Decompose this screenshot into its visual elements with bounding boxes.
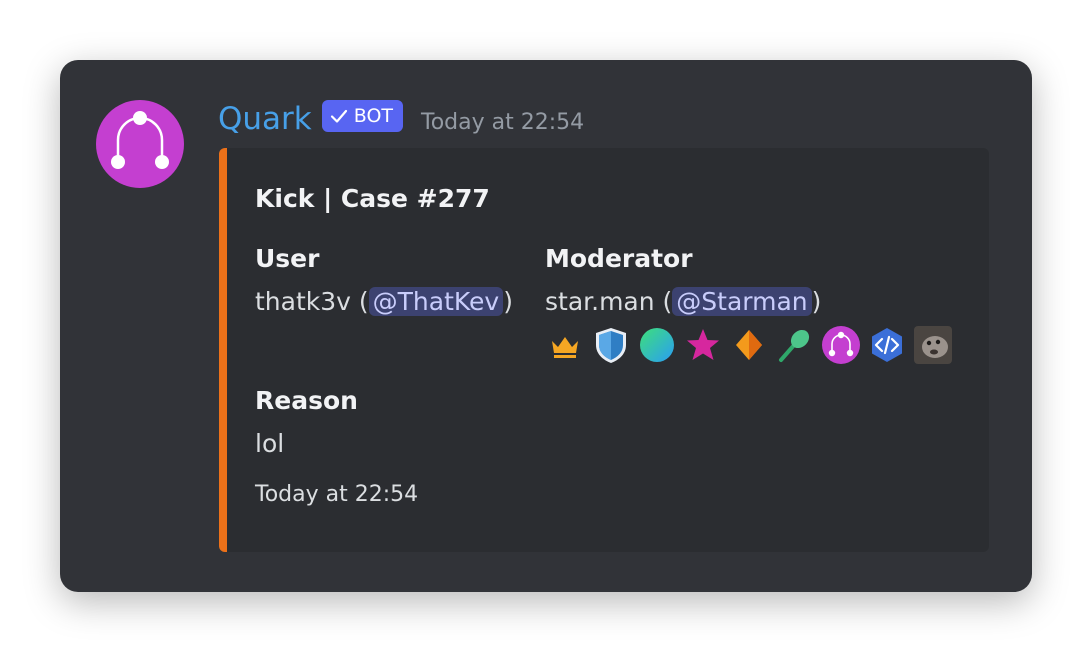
field-user-name: User bbox=[255, 244, 320, 273]
shield-icon[interactable] bbox=[591, 325, 631, 365]
message-timestamp[interactable]: Today at 22:54 bbox=[421, 102, 584, 144]
moderator-badges bbox=[545, 325, 953, 365]
field-reason-name: Reason bbox=[255, 386, 358, 415]
bot-tag: BOT bbox=[321, 100, 404, 132]
code-icon[interactable] bbox=[867, 325, 907, 365]
crown-icon[interactable] bbox=[545, 325, 585, 365]
embed: Kick | Case #277 User thatk3v (@ThatKev)… bbox=[219, 148, 989, 552]
moderator-mention[interactable]: @Starman bbox=[672, 287, 812, 316]
field-moderator-name: Moderator bbox=[545, 244, 693, 273]
message-card: Quark BOT Today at 22:54 Kick | Case #27… bbox=[60, 60, 1032, 592]
embed-title: Kick | Case #277 bbox=[255, 184, 490, 213]
gradient-circle-icon[interactable] bbox=[637, 325, 677, 365]
bot-avatar[interactable] bbox=[96, 100, 184, 188]
field-user-value: thatk3v (@ThatKev) bbox=[255, 285, 513, 319]
embed-footer-timestamp: Today at 22:54 bbox=[255, 482, 419, 507]
field-user: User thatk3v (@ThatKev) bbox=[255, 242, 513, 319]
message-header: Quark BOT Today at 22:54 bbox=[218, 98, 584, 140]
author-username[interactable]: Quark bbox=[218, 98, 312, 140]
moderator-value-suffix: ) bbox=[811, 287, 822, 316]
user-value-prefix: thatk3v ( bbox=[255, 287, 369, 316]
user-mention[interactable]: @ThatKev bbox=[368, 287, 504, 316]
field-reason-value: lol bbox=[255, 429, 285, 458]
moderator-value-prefix: star.man ( bbox=[545, 287, 673, 316]
checkmark-icon bbox=[330, 109, 347, 123]
avatar-photo-icon[interactable] bbox=[913, 325, 953, 365]
axe-icon[interactable] bbox=[775, 325, 815, 365]
field-reason: Reason lol bbox=[255, 384, 358, 461]
field-moderator: Moderator star.man (@Starman) bbox=[545, 242, 953, 365]
diamond-icon[interactable] bbox=[729, 325, 769, 365]
quark-logo-icon[interactable] bbox=[821, 325, 861, 365]
field-moderator-value: star.man (@Starman) bbox=[545, 285, 953, 319]
star-icon[interactable] bbox=[683, 325, 723, 365]
user-value-suffix: ) bbox=[503, 287, 513, 316]
quark-logo-icon bbox=[111, 111, 169, 169]
bot-tag-label: BOT bbox=[353, 105, 394, 127]
